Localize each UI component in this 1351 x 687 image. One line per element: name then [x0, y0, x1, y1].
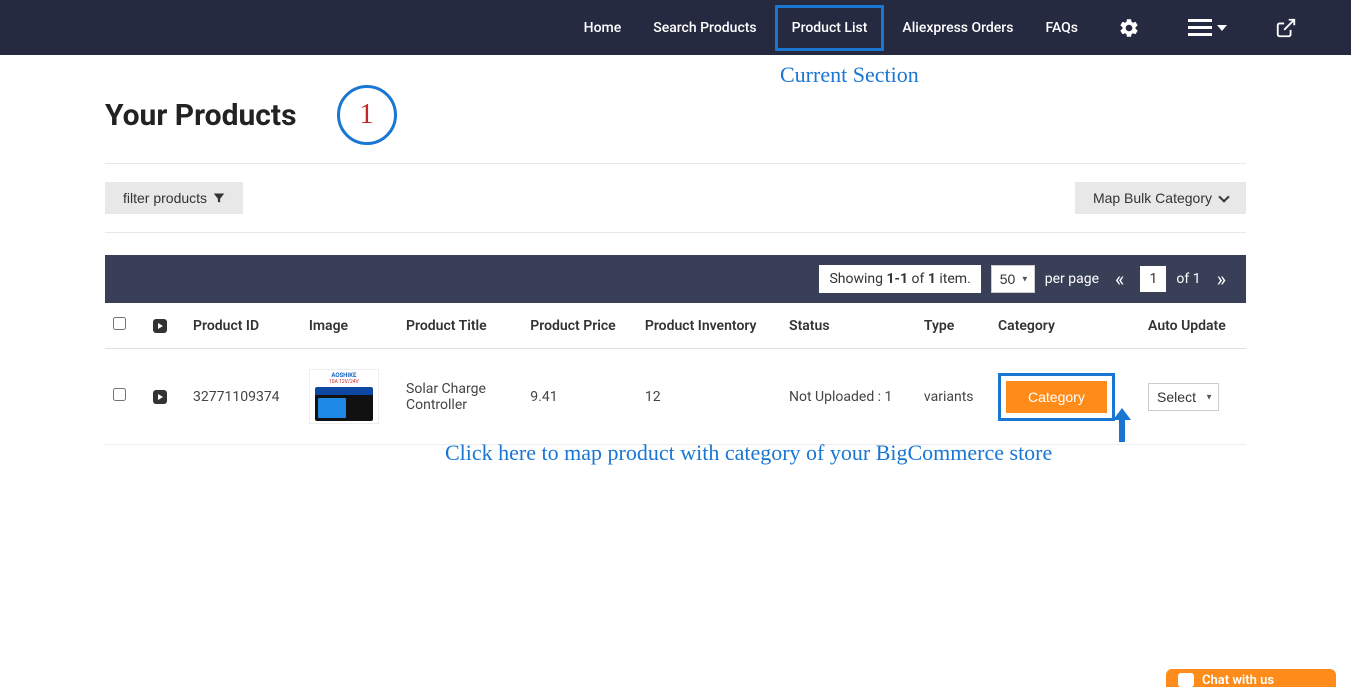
nav-product-list[interactable]: Product List: [775, 5, 885, 51]
select-all-checkbox[interactable]: [113, 317, 126, 330]
cell-inventory: 12: [637, 349, 781, 445]
gear-icon[interactable]: [1094, 17, 1164, 39]
col-category: Category: [990, 303, 1140, 349]
col-status: Status: [781, 303, 916, 349]
category-button[interactable]: Category: [1006, 381, 1107, 413]
pagination-bar: Showing 1-1 of 1 item. 50 per page « 1 o…: [105, 255, 1246, 303]
nav-faqs[interactable]: FAQs: [1029, 2, 1094, 54]
col-product-id: Product ID: [185, 303, 301, 349]
menu-toggle[interactable]: [1164, 19, 1251, 36]
next-page-button[interactable]: »: [1211, 267, 1232, 291]
cell-title: Solar Charge Controller: [398, 349, 522, 445]
chat-bubble-icon: [1178, 673, 1194, 687]
nav-home[interactable]: Home: [568, 2, 638, 54]
of-pages-label: of 1: [1176, 271, 1200, 287]
products-table: Product ID Image Product Title Product P…: [105, 303, 1246, 445]
col-type: Type: [916, 303, 990, 349]
cell-product-id: 32771109374: [185, 349, 301, 445]
map-bulk-label: Map Bulk Category: [1093, 190, 1212, 206]
page-title: Your Products: [105, 98, 297, 133]
cell-auto-update: Select: [1140, 349, 1246, 445]
filter-row: filter products Map Bulk Category: [105, 164, 1246, 233]
product-thumbnail: AOSHIKE 10A 12V/24V: [309, 369, 379, 424]
title-row: Your Products 1: [105, 85, 1246, 164]
showing-info: Showing 1-1 of 1 item.: [819, 265, 980, 293]
col-image: Image: [301, 303, 398, 349]
col-title: Product Title: [398, 303, 522, 349]
table-region: Showing 1-1 of 1 item. 50 per page « 1 o…: [105, 255, 1246, 445]
annotation-arrow: [1113, 408, 1131, 446]
per-page-select[interactable]: 50: [991, 265, 1035, 293]
hamburger-icon: [1188, 19, 1212, 36]
expand-row-icon[interactable]: [153, 390, 167, 404]
category-button-highlight: Category: [998, 373, 1115, 421]
filter-products-label: filter products: [123, 190, 207, 206]
cell-status: Not Uploaded : 1: [781, 349, 916, 445]
nav-search-products[interactable]: Search Products: [637, 2, 772, 54]
chat-widget[interactable]: Chat with us: [1166, 669, 1336, 687]
filter-products-button[interactable]: filter products: [105, 182, 243, 214]
per-page-label: per page: [1045, 271, 1099, 287]
col-price: Product Price: [522, 303, 637, 349]
row-checkbox[interactable]: [113, 388, 126, 401]
table-row: 32771109374 AOSHIKE 10A 12V/24V Solar Ch…: [105, 349, 1246, 445]
filter-icon: [213, 192, 225, 204]
annotation-click-here: Click here to map product with category …: [445, 440, 1052, 466]
cell-type: variants: [916, 349, 990, 445]
nav-aliexpress-orders[interactable]: Aliexpress Orders: [886, 2, 1029, 54]
table-header-row: Product ID Image Product Title Product P…: [105, 303, 1246, 349]
chat-label: Chat with us: [1202, 673, 1274, 687]
prev-page-button[interactable]: «: [1109, 267, 1130, 291]
expand-all-icon[interactable]: [153, 319, 167, 333]
share-icon[interactable]: [1251, 17, 1321, 39]
chevron-down-icon: [1218, 191, 1229, 202]
col-auto-update: Auto Update: [1140, 303, 1246, 349]
annotation-step-badge: 1: [337, 85, 397, 145]
cell-price: 9.41: [522, 349, 637, 445]
per-page-select-wrapper: 50: [991, 265, 1035, 293]
col-inventory: Product Inventory: [637, 303, 781, 349]
map-bulk-category-button[interactable]: Map Bulk Category: [1075, 182, 1246, 214]
annotation-current-section: Current Section: [780, 62, 919, 88]
cell-image: AOSHIKE 10A 12V/24V: [301, 349, 398, 445]
caret-down-icon: [1217, 25, 1227, 31]
page-container: Your Products 1 filter products Map Bulk…: [0, 55, 1351, 445]
nav-items-group: Home Search Products Product List Aliexp…: [568, 2, 1321, 54]
page-number-input[interactable]: 1: [1140, 266, 1166, 292]
top-navbar: Home Search Products Product List Aliexp…: [0, 0, 1351, 55]
auto-update-select[interactable]: Select: [1148, 383, 1219, 411]
